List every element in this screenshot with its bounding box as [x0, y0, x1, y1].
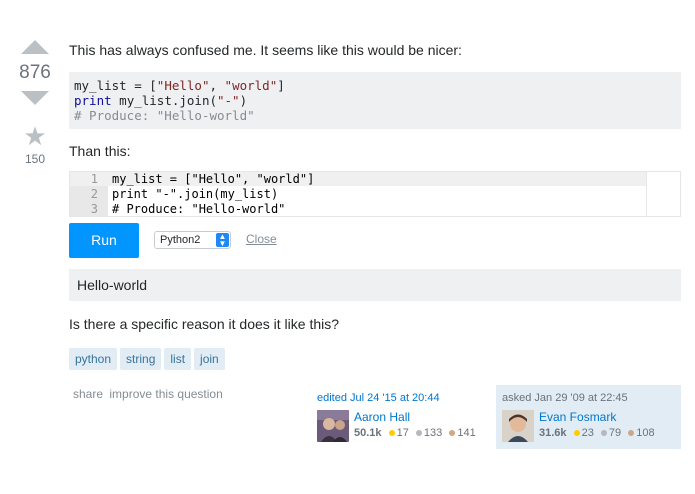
line-code[interactable]: # Produce: "Hello-world": [112, 202, 285, 216]
select-caret-icon: ▲ ▼: [216, 233, 229, 248]
editor-line[interactable]: 1 my_list = ["Hello", "world"]: [70, 172, 646, 186]
code-string: "Hello": [156, 78, 210, 93]
reputation-score: 31.6k: [539, 427, 567, 439]
gold-badge-icon: [388, 429, 395, 436]
vote-panel: 876 ★ 150: [14, 40, 56, 166]
editor-line[interactable]: 3 # Produce: "Hello-world": [70, 202, 646, 216]
line-code[interactable]: print "-".join(my_list): [112, 187, 278, 201]
editor-line[interactable]: 2 print "-".join(my_list): [70, 187, 646, 201]
run-button[interactable]: Run: [69, 223, 139, 258]
code-token: ]: [277, 78, 285, 93]
asked-timestamp: asked Jan 29 '09 at 22:45: [502, 392, 628, 404]
vote-score: 876: [19, 62, 51, 83]
line-code[interactable]: my_list = ["Hello", "world"]: [112, 172, 314, 186]
line-number: 1: [90, 172, 98, 186]
language-value: Python2: [160, 234, 201, 246]
code-string: "world": [224, 78, 278, 93]
code-token: my_list.join(: [111, 93, 217, 108]
edited-timestamp[interactable]: edited Jul 24 '15 at 20:44: [317, 391, 490, 406]
tag-list: python string list join: [69, 348, 681, 371]
code-string: "-": [217, 93, 240, 108]
user-name-link[interactable]: Evan Fosmark: [539, 410, 616, 424]
favorite-star-icon[interactable]: ★: [14, 123, 56, 149]
avatar[interactable]: [502, 410, 534, 442]
favorite-count: 150: [24, 152, 46, 166]
silver-badge-count: 79: [608, 427, 622, 439]
close-link[interactable]: Close: [246, 232, 277, 246]
line-number: 3: [90, 202, 98, 216]
tag-python[interactable]: python: [69, 348, 118, 370]
run-output: Hello-world: [69, 269, 681, 301]
code-token: ): [239, 93, 248, 108]
code-editor[interactable]: 1 my_list = ["Hello", "world"] 2 print "…: [69, 171, 681, 217]
silver-badge-icon: [415, 429, 422, 436]
than-text: Than this:: [69, 143, 131, 159]
share-link[interactable]: share: [73, 387, 103, 401]
reputation-score: 50.1k: [354, 427, 382, 439]
editor-signature: edited Jul 24 '15 at 20:44 Aaron Hall 50…: [311, 385, 496, 449]
user-name-link[interactable]: Aaron Hall: [354, 410, 410, 424]
tag-string[interactable]: string: [120, 348, 162, 370]
gold-badge-count: 17: [396, 427, 409, 439]
downvote-arrow-icon[interactable]: [21, 91, 49, 105]
post-actions: share improve this question: [73, 387, 226, 401]
tag-list[interactable]: list: [164, 348, 192, 370]
avatar[interactable]: [317, 410, 349, 442]
code-block: my_list = ["Hello", "world"] print my_li…: [69, 72, 681, 129]
question-body: This has always confused me. It seems li…: [69, 40, 681, 371]
upvote-arrow-icon[interactable]: [21, 40, 49, 54]
asker-signature: asked Jan 29 '09 at 22:45 Evan Fosmark 3…: [496, 385, 681, 449]
code-token: ,: [209, 78, 225, 93]
code-comment: # Produce: "Hello-world": [74, 108, 255, 123]
silver-badge-icon: [600, 429, 607, 436]
silver-badge-count: 133: [423, 427, 443, 439]
user-reputation: 31.6k 23 79 108: [539, 427, 655, 439]
intro-text: This has always confused me. It seems li…: [69, 42, 462, 58]
bronze-badge-icon: [449, 429, 456, 436]
improve-question-link[interactable]: improve this question: [109, 387, 222, 401]
code-token: my_list = [: [74, 78, 157, 93]
user-reputation: 50.1k 17 133 141: [354, 427, 476, 439]
code-keyword: print: [74, 93, 112, 108]
gold-badge-icon: [573, 429, 580, 436]
bronze-badge-icon: [628, 429, 635, 436]
language-select[interactable]: Python2 ▲ ▼: [154, 231, 231, 249]
line-number: 2: [90, 187, 98, 201]
run-toolbar: Run Python2 ▲ ▼ Close: [69, 223, 681, 259]
editor-margin-rule: [646, 172, 647, 216]
question-text: Is there a specific reason it does it li…: [69, 316, 340, 332]
bronze-badge-count: 108: [636, 427, 655, 439]
gold-badge-count: 23: [581, 427, 594, 439]
tag-join[interactable]: join: [194, 348, 225, 370]
bronze-badge-count: 141: [457, 427, 476, 439]
